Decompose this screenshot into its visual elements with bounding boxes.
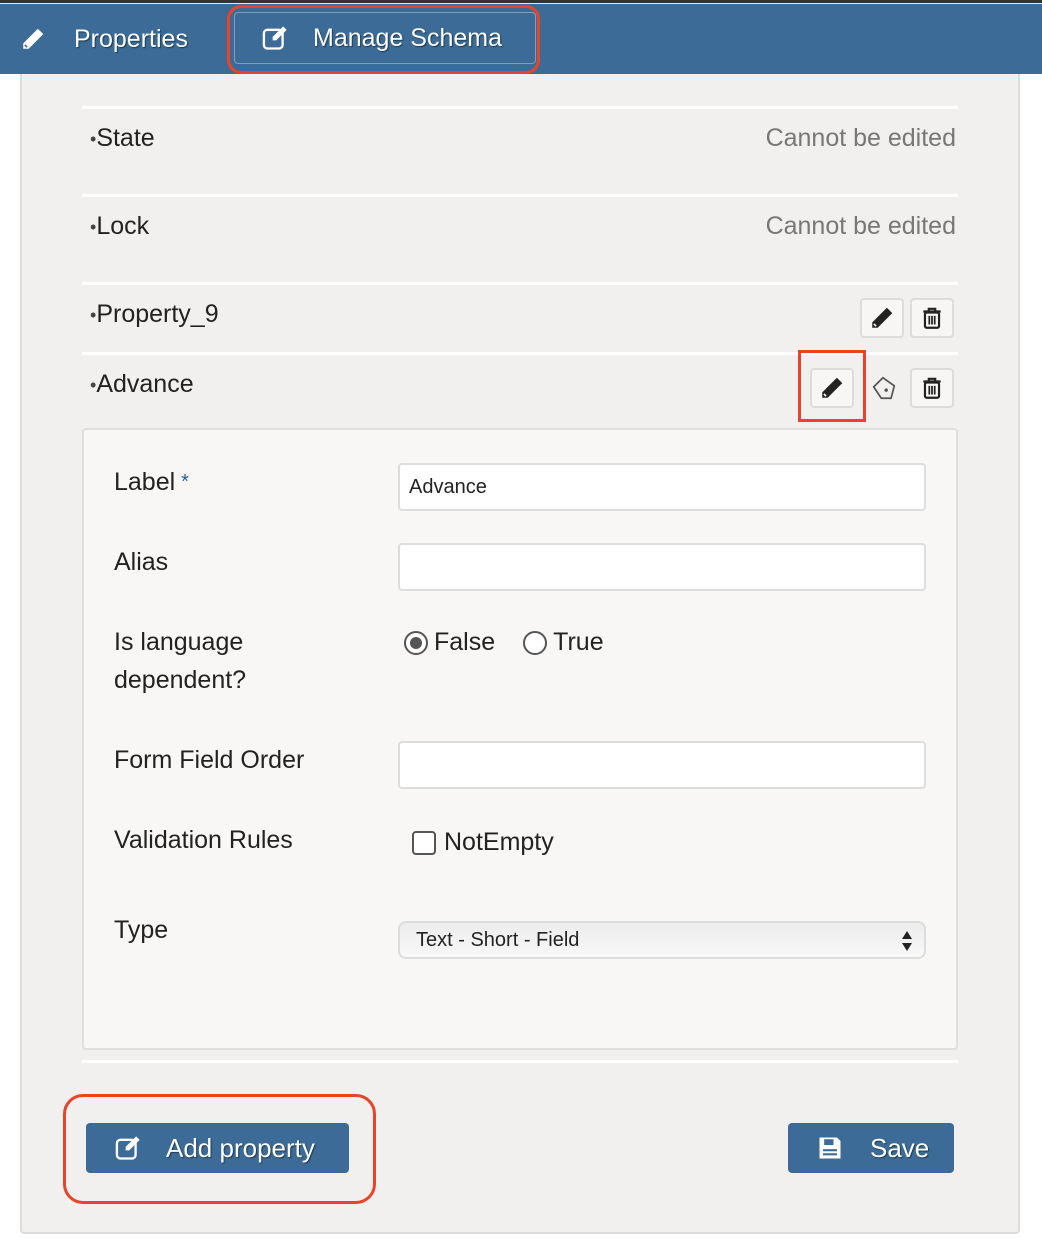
radio-true[interactable]: True	[523, 628, 604, 657]
pencil-icon	[822, 377, 843, 398]
read-only-status: Cannot be edited	[765, 212, 956, 240]
alias-input[interactable]	[398, 543, 926, 591]
property-name: Lock	[96, 212, 150, 240]
property-name: Advance	[96, 370, 194, 398]
property-item-state: •State	[90, 124, 155, 153]
type-label: Type	[114, 916, 169, 944]
add-property-label: Add property	[166, 1132, 315, 1163]
divider	[82, 106, 958, 109]
type-selected-value: Text - Short - Field	[416, 928, 580, 951]
floppy-disk-icon	[819, 1137, 841, 1159]
edit-advance-button[interactable]	[810, 368, 854, 408]
property-name: State	[96, 124, 155, 152]
tab-manage-schema[interactable]: Manage Schema	[234, 12, 536, 64]
edit-square-icon	[262, 26, 287, 50]
divider	[82, 194, 958, 197]
pencil-icon	[23, 28, 44, 49]
add-property-button[interactable]: Add property	[86, 1123, 349, 1173]
type-select[interactable]: Text - Short - Field	[398, 921, 926, 959]
property-item-property-9: •Property_9	[90, 300, 219, 329]
save-label: Save	[870, 1132, 930, 1163]
delete-property-9-button[interactable]	[910, 298, 954, 338]
validation-rules-label: Validation Rules	[114, 826, 293, 854]
edit-property-9-button[interactable]	[860, 298, 904, 338]
select-arrows-icon	[902, 931, 912, 951]
tab-manage-schema-label: Manage Schema	[313, 23, 503, 52]
notempty-checkbox[interactable]	[412, 830, 436, 855]
tab-properties-label: Properties	[74, 24, 188, 53]
form-field-order-input[interactable]	[398, 741, 926, 789]
radio-button-checked[interactable]	[404, 630, 428, 655]
divider	[82, 352, 958, 355]
pencil-icon	[872, 307, 893, 328]
label-field-label: Label *	[114, 463, 189, 501]
radio-label: True	[553, 628, 604, 656]
required-mark: *	[181, 471, 189, 493]
radio-button[interactable]	[523, 630, 548, 655]
read-only-status: Cannot be edited	[765, 124, 956, 152]
label-text: Label	[114, 468, 176, 496]
notempty-checkbox-row[interactable]: NotEmpty	[412, 828, 554, 857]
edit-square-icon	[115, 1136, 140, 1160]
radio-label: False	[434, 628, 496, 656]
trash-icon	[923, 307, 941, 329]
label-line: dependent?	[114, 666, 247, 694]
trash-icon	[923, 377, 941, 399]
property-name: Property_9	[96, 300, 219, 328]
language-dependent-radio-group: False True	[404, 628, 632, 657]
label-line: Is language	[114, 628, 244, 656]
divider	[82, 282, 958, 285]
save-button[interactable]: Save	[788, 1123, 954, 1173]
property-item-lock: •Lock	[90, 212, 149, 241]
delete-advance-button[interactable]	[910, 368, 954, 408]
property-item-advance: •Advance	[90, 370, 194, 399]
alias-field-label: Alias	[114, 548, 169, 576]
toolbar: Properties Manage Schema	[0, 4, 1042, 74]
language-dependent-label: Is language dependent?	[114, 623, 246, 699]
tag-advance-button[interactable]	[862, 368, 906, 408]
tab-properties[interactable]: Properties	[20, 4, 188, 74]
radio-false[interactable]: False	[404, 628, 495, 657]
divider	[82, 1060, 958, 1063]
form-field-order-label: Form Field Order	[114, 746, 305, 774]
tag-icon	[872, 376, 896, 400]
label-input[interactable]	[398, 463, 926, 511]
checkbox-label: NotEmpty	[444, 828, 554, 856]
